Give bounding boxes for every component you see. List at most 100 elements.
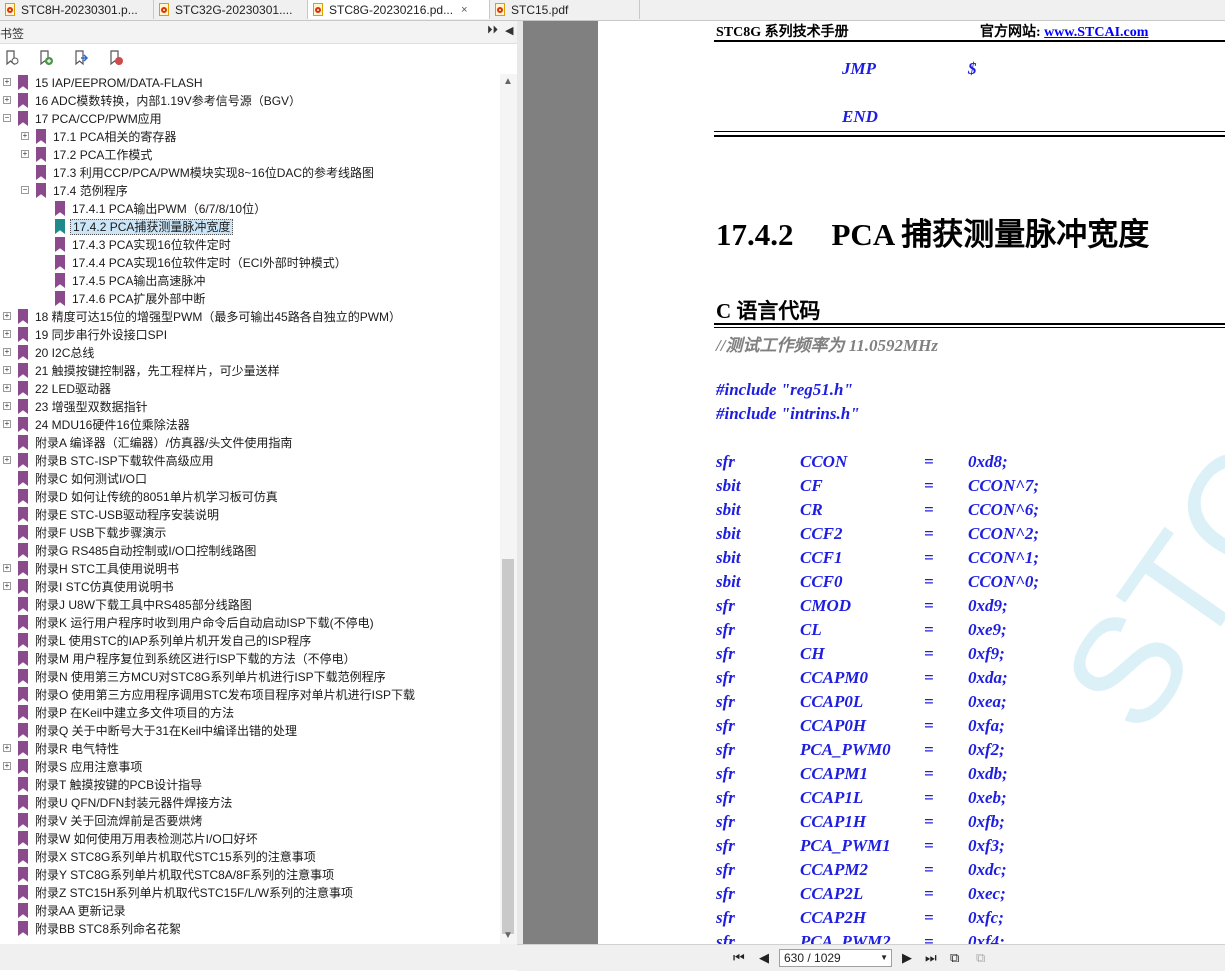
bookmark-item[interactable]: 附录BB STC8系列命名花絮 (0, 920, 500, 938)
page-number-field[interactable]: 630 / 1029 ▼ (779, 949, 892, 967)
tab-stc32g[interactable]: STC32G-20230301.... (154, 0, 308, 19)
bookmark-item[interactable]: 附录J U8W下载工具中RS485部分线路图 (0, 596, 500, 614)
bookmark-item[interactable]: 附录E STC-USB驱动程序安装说明 (0, 506, 500, 524)
panel-collapse-icon[interactable]: ◀ (505, 24, 513, 37)
bookmark-item[interactable]: 附录G RS485自动控制或I/O口控制线路图 (0, 542, 500, 560)
bookmark-item[interactable]: +24 MDU16硬件16位乘除法器 (0, 416, 500, 434)
bookmark-item[interactable]: 附录T 触摸按键的PCB设计指导 (0, 776, 500, 794)
bookmark-add-icon[interactable] (38, 50, 54, 66)
expand-icon[interactable]: + (3, 582, 11, 590)
bookmark-item[interactable]: 附录P 在Keil中建立多文件项目的方法 (0, 704, 500, 722)
bookmark-item[interactable]: 17.4.3 PCA实现16位软件定时 (0, 236, 500, 254)
bookmark-item[interactable]: +18 精度可达15位的增强型PWM（最多可输出45路各自独立的PWM） (0, 308, 500, 326)
tab-stc15[interactable]: STC15.pdf (490, 0, 640, 19)
bookmark-item[interactable]: 附录A 编译器（汇编器）/仿真器/头文件使用指南 (0, 434, 500, 452)
expand-icon[interactable]: + (3, 420, 11, 428)
bookmark-item[interactable]: 附录V 关于回流焊前是否要烘烤 (0, 812, 500, 830)
bookmark-item[interactable]: +17.2 PCA工作模式 (0, 146, 500, 164)
scrollbar-thumb[interactable] (502, 559, 514, 934)
bookmark-item[interactable]: 附录Z STC15H系列单片机取代STC15F/L/W系列的注意事项 (0, 884, 500, 902)
bookmark-item[interactable]: 17.4.1 PCA输出PWM（6/7/8/10位） (0, 200, 500, 218)
expand-icon[interactable]: + (3, 456, 11, 464)
expand-icon[interactable]: + (3, 78, 11, 86)
bookmark-item[interactable]: +15 IAP/EEPROM/DATA-FLASH (0, 74, 500, 92)
prev-page-icon[interactable]: ◀ (759, 950, 769, 966)
bookmark-item[interactable]: 17.4.4 PCA实现16位软件定时（ECI外部时钟模式） (0, 254, 500, 272)
bookmark-ribbon-icon (55, 255, 65, 270)
bookmark-item[interactable]: − 17 PCA/CCP/PWM应用 (0, 110, 500, 128)
bookmark-item[interactable]: 17.4.6 PCA扩展外部中断 (0, 290, 500, 308)
tab-stc8h[interactable]: STC8H-20230301.p... (0, 0, 154, 19)
bookmark-item[interactable]: 附录F USB下载步骤演示 (0, 524, 500, 542)
bookmark-item[interactable]: 附录C 如何测试I/O口 (0, 470, 500, 488)
pdf-viewer[interactable]: STC M STC8G 系列技术手册 官方网站: www.STCAI.com J… (523, 21, 1225, 944)
tab-label: STC32G-20230301.... (175, 2, 293, 17)
bookmark-ribbon-icon (18, 849, 28, 864)
bookmark-label: 15 IAP/EEPROM/DATA-FLASH (35, 76, 203, 90)
bookmark-item[interactable]: 附录M 用户程序复位到系统区进行ISP下载的方法（不停电） (0, 650, 500, 668)
bookmark-locate-icon[interactable] (4, 50, 20, 66)
bookmark-item[interactable]: +16 ADC模数转换，内部1.19V参考信号源（BGV） (0, 92, 500, 110)
bookmark-ribbon-icon (18, 579, 28, 594)
bookmark-item[interactable]: 附录O 使用第三方应用程序调用STC发布项目程序对单片机进行ISP下载 (0, 686, 500, 704)
bookmark-ribbon-icon (18, 885, 28, 900)
bookmark-item[interactable]: 附录Y STC8G系列单片机取代STC8A/8F系列的注意事项 (0, 866, 500, 884)
bookmark-item[interactable]: + 附录I STC仿真使用说明书 (0, 578, 500, 596)
expand-icon[interactable]: + (3, 348, 11, 356)
first-page-icon[interactable]: ⏮ (733, 950, 745, 966)
bookmark-favorite-icon[interactable] (108, 50, 124, 66)
bookmark-item[interactable]: + 附录H STC工具使用说明书 (0, 560, 500, 578)
expand-icon[interactable]: + (3, 744, 11, 752)
bookmark-item[interactable]: 附录W 如何使用万用表检测芯片I/O口好坏 (0, 830, 500, 848)
bookmark-item[interactable]: +21 触摸按键控制器，先工程样片，可少量送样 (0, 362, 500, 380)
collapse-icon[interactable]: − (21, 186, 29, 194)
chevron-down-icon[interactable]: ▼ (880, 950, 888, 966)
scroll-up-icon[interactable]: ▲ (503, 76, 513, 87)
bookmark-item[interactable]: +23 增强型双数据指针 (0, 398, 500, 416)
bookmark-item[interactable]: +20 I2C总线 (0, 344, 500, 362)
expand-icon[interactable]: + (3, 96, 11, 104)
bookmark-item[interactable]: 附录L 使用STC的IAP系列单片机开发自己的ISP程序 (0, 632, 500, 650)
bookmark-item[interactable]: + 附录S 应用注意事项 (0, 758, 500, 776)
bookmark-item[interactable]: 附录AA 更新记录 (0, 902, 500, 920)
tab-close-icon[interactable]: × (461, 4, 467, 16)
expand-icon[interactable]: + (3, 366, 11, 374)
bookmark-item[interactable]: 17.3 利用CCP/PCA/PWM模块实现8~16位DAC的参考线路图 (0, 164, 500, 182)
expand-icon[interactable]: + (3, 312, 11, 320)
expand-icon[interactable]: + (3, 384, 11, 392)
forward-view-icon[interactable]: ⧉ (976, 950, 985, 966)
expand-icon[interactable]: + (21, 132, 29, 140)
bookmark-item[interactable]: 附录D 如何让传统的8051单片机学习板可仿真 (0, 488, 500, 506)
register-value: 0xf9; (968, 644, 1005, 663)
bookmark-item[interactable]: 附录Q 关于中断号大于31在Keil中编译出错的处理 (0, 722, 500, 740)
panel-expand-icon[interactable]: ⏵⏵ (487, 24, 498, 37)
bookmark-item[interactable]: +19 同步串行外设接口SPI (0, 326, 500, 344)
tab-stc8g[interactable]: STC8G-20230216.pd... × (308, 0, 490, 19)
last-page-icon[interactable]: ⏭ (925, 950, 937, 966)
bookmark-item[interactable]: 附录X STC8G系列单片机取代STC15系列的注意事项 (0, 848, 500, 866)
code-keyword: sfr (716, 668, 735, 687)
bookmark-item[interactable]: +17.1 PCA相关的寄存器 (0, 128, 500, 146)
bookmark-item[interactable]: 附录U QFN/DFN封装元器件焊接方法 (0, 794, 500, 812)
bookmark-scrollbar[interactable]: ▲ ▼ (500, 74, 517, 944)
bookmark-item[interactable]: +22 LED驱动器 (0, 380, 500, 398)
website-link[interactable]: www.STCAI.com (1044, 25, 1148, 40)
bookmark-item[interactable]: 17.4.2 PCA捕获测量脉冲宽度 (0, 218, 500, 236)
bookmark-next-icon[interactable] (73, 50, 89, 66)
bookmark-item[interactable]: 附录K 运行用户程序时收到用户命令后自动启动ISP下载(不停电) (0, 614, 500, 632)
expand-icon[interactable]: + (3, 762, 11, 770)
back-view-icon[interactable]: ⧉ (950, 950, 959, 966)
expand-icon[interactable]: + (3, 330, 11, 338)
bookmark-item[interactable]: + 附录B STC-ISP下载软件高级应用 (0, 452, 500, 470)
next-page-icon[interactable]: ▶ (902, 950, 912, 966)
bookmark-item[interactable]: 附录N 使用第三方MCU对STC8G系列单片机进行ISP下载范例程序 (0, 668, 500, 686)
bookmark-item[interactable]: − 17.4 范例程序 (0, 182, 500, 200)
bookmark-item[interactable]: + 附录R 电气特性 (0, 740, 500, 758)
expand-icon[interactable]: + (3, 564, 11, 572)
code-keyword: sfr (716, 764, 735, 783)
expand-icon[interactable]: + (3, 402, 11, 410)
bookmark-item[interactable]: 17.4.5 PCA输出高速脉冲 (0, 272, 500, 290)
expand-icon[interactable]: + (21, 150, 29, 158)
scroll-down-icon[interactable]: ▼ (503, 930, 513, 941)
collapse-icon[interactable]: − (3, 114, 11, 122)
